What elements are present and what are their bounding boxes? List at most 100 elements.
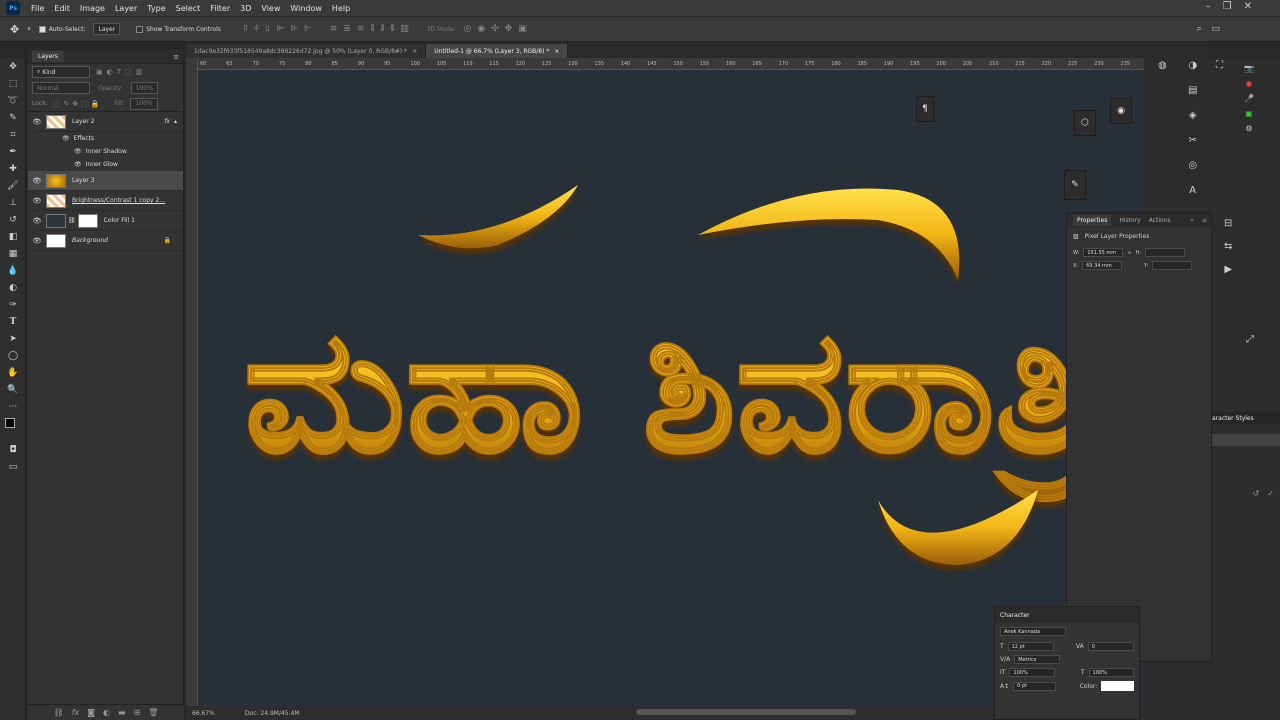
glyphs-icon[interactable]: ⤢ (1246, 334, 1254, 345)
show-transform-checkbox[interactable]: Show Transform Controls (136, 25, 221, 33)
move-tool-icon[interactable]: ✥ (0, 58, 26, 75)
distribute-bottom-icon[interactable]: ≡ (357, 24, 365, 34)
opacity-input[interactable]: 100% (130, 82, 158, 94)
link-dimensions-icon[interactable]: ∞ (1127, 250, 1131, 256)
kerning-field[interactable]: Metrics (1014, 655, 1061, 664)
shape-tool-icon[interactable]: ◯ (0, 347, 26, 364)
character-styles-tab[interactable]: aracter Styles (1212, 412, 1280, 424)
restore-icon[interactable]: ❐ (1223, 1, 1232, 12)
pen-tool-icon[interactable]: ✑ (0, 296, 26, 313)
effect-inner-shadow-row[interactable]: 👁 Inner Shadow (28, 145, 183, 158)
horizontal-scrollbar[interactable] (636, 709, 856, 715)
paths-icon[interactable]: ◎ (1188, 160, 1197, 171)
visibility-eye-icon[interactable]: 👁 (62, 135, 70, 142)
menu-help[interactable]: Help (327, 4, 355, 13)
workspace-icon[interactable]: ▭ (1211, 24, 1220, 34)
minimize-icon[interactable]: – (1206, 1, 1211, 12)
new-group-icon[interactable]: ▬ (118, 708, 126, 717)
baseline-field[interactable]: 0 pt (1013, 681, 1056, 691)
layer-row-color-fill[interactable]: 👁 ⛓ Color Fill 1 (28, 211, 183, 231)
menu-select[interactable]: Select (171, 4, 206, 13)
fill-input[interactable]: 100% (130, 97, 158, 110)
menu-type[interactable]: Type (142, 4, 170, 13)
filter-kind-select[interactable]: ⌕ Kind (32, 66, 90, 78)
move-tool-icon[interactable]: ✥ (10, 23, 19, 36)
align-vcenter-icon[interactable]: ⫩ (254, 24, 259, 34)
y-field[interactable] (1152, 261, 1193, 270)
close-tab-icon[interactable]: × (412, 48, 417, 55)
effects-row[interactable]: 👁 Effects (28, 132, 183, 145)
panel-menu-icon[interactable]: ≡ (1202, 217, 1207, 224)
timeline-icon[interactable]: ⇆ (1224, 241, 1232, 252)
menu-image[interactable]: Image (75, 4, 110, 13)
document-tab-2[interactable]: Untitled-1 @ 66.7% (Layer 3, RGB/8) * × (426, 44, 569, 58)
menu-layer[interactable]: Layer (110, 4, 142, 13)
distribute-top-icon[interactable]: ≡ (330, 24, 338, 34)
eyedropper-tool-icon[interactable]: ✒ (0, 143, 26, 160)
collapse-effects-icon[interactable]: ▴ (174, 118, 177, 125)
3d-mini-panel[interactable]: ⬡ (1074, 110, 1096, 136)
zoom-level[interactable]: 66.67% (192, 710, 215, 717)
distribute-left-icon[interactable]: ⦀ (370, 24, 374, 34)
menu-filter[interactable]: Filter (205, 4, 235, 13)
webcam-icon[interactable]: ▣ (1245, 109, 1253, 118)
distribute-hcenter-icon[interactable]: ⦀ (380, 24, 384, 34)
blur-tool-icon[interactable]: 💧 (0, 262, 26, 279)
healing-brush-tool-icon[interactable]: ✚ (0, 160, 26, 177)
visibility-eye-icon[interactable]: 👁 (28, 217, 46, 225)
channels-icon[interactable]: ✂ (1189, 135, 1197, 146)
expand-icon[interactable]: » (1190, 217, 1194, 224)
align-hcenter-icon[interactable]: ⊪ (290, 24, 298, 34)
visibility-eye-icon[interactable]: 👁 (74, 148, 82, 155)
adjustments-icon[interactable]: ◑ (1188, 60, 1197, 71)
tab-actions[interactable]: Actions (1149, 217, 1171, 224)
dodge-tool-icon[interactable]: ◐ (0, 279, 26, 296)
commit-check-icon[interactable]: ✓ (1267, 489, 1274, 498)
horizontal-scale-field[interactable]: 100% (1088, 668, 1134, 677)
filter-type-icons[interactable]: ▣◐T⬚▥ (96, 68, 146, 76)
align-right-icon[interactable]: ⊩ (304, 24, 312, 34)
hand-tool-icon[interactable]: ✋ (0, 364, 26, 381)
menu-file[interactable]: File (26, 4, 49, 13)
color-wheel-icon[interactable]: ◍ (1158, 60, 1167, 71)
stamp-tool-icon[interactable]: ⊥ (0, 194, 26, 211)
align-panel-icon[interactable]: ⊟ (1224, 218, 1232, 229)
layer-effects-fx-icon[interactable]: fx (164, 118, 170, 125)
brush-tool-icon[interactable]: 🖌 (0, 177, 26, 194)
search-icon[interactable]: ⌕ (1196, 24, 1201, 34)
swatch-mini-panel[interactable]: ◉ (1110, 98, 1132, 124)
close-icon[interactable]: ✕ (1244, 1, 1252, 12)
settings-icon[interactable]: ⚙ (1245, 124, 1252, 133)
history-brush-tool-icon[interactable]: ↺ (0, 211, 26, 228)
distribute-right-icon[interactable]: ⦀ (390, 24, 394, 34)
play-icon[interactable]: ▶ (1224, 264, 1232, 275)
font-size-field[interactable]: 12 pt (1007, 642, 1054, 651)
layer-row-brightness-contrast[interactable]: 👁 Brightness/Contrast 1 copy 2... (28, 191, 183, 211)
quick-mask-icon[interactable]: ◘ (0, 441, 26, 458)
camera-icon[interactable]: 📷 (1244, 64, 1254, 73)
layer-row-background[interactable]: 👁 Background 🔒 (28, 231, 183, 251)
menu-window[interactable]: Window (285, 4, 327, 13)
character-title[interactable]: Character (995, 607, 1139, 623)
add-mask-icon[interactable]: ◙ (87, 708, 95, 717)
font-family-field[interactable]: Anek Kannada (1000, 627, 1066, 636)
blend-mode-select[interactable]: Normal (32, 82, 90, 94)
3d-pan-icon[interactable]: ✣ (491, 24, 499, 34)
3d-slide-icon[interactable]: ✥ (505, 24, 513, 34)
vertical-scale-field[interactable]: 100% (1009, 668, 1055, 677)
screen-mode-icon[interactable]: ▭ (0, 458, 26, 475)
3d-orbit-icon[interactable]: ◎ (464, 24, 472, 34)
distribute-vcenter-icon[interactable]: ≣ (343, 24, 351, 34)
type-path-icon[interactable]: A (1189, 185, 1196, 196)
zoom-tool-icon[interactable]: 🔍 (0, 381, 26, 398)
delete-layer-icon[interactable]: 🗑 (148, 708, 158, 717)
visibility-eye-icon[interactable]: 👁 (28, 237, 46, 245)
quick-select-tool-icon[interactable]: ✎ (0, 109, 26, 126)
3d-scale-icon[interactable]: ▣ (518, 24, 527, 34)
properties-icon[interactable]: ⛶ (1216, 60, 1223, 71)
visibility-eye-icon[interactable]: 👁 (28, 118, 46, 126)
menu-3d[interactable]: 3D (235, 4, 256, 13)
visibility-eye-icon[interactable]: 👁 (28, 177, 46, 185)
document-tab-1[interactable]: 1dac9e32f633f518549a8dc386226d72.jpg @ 5… (186, 44, 427, 58)
panel-menu-icon[interactable]: ≡ (173, 53, 179, 61)
